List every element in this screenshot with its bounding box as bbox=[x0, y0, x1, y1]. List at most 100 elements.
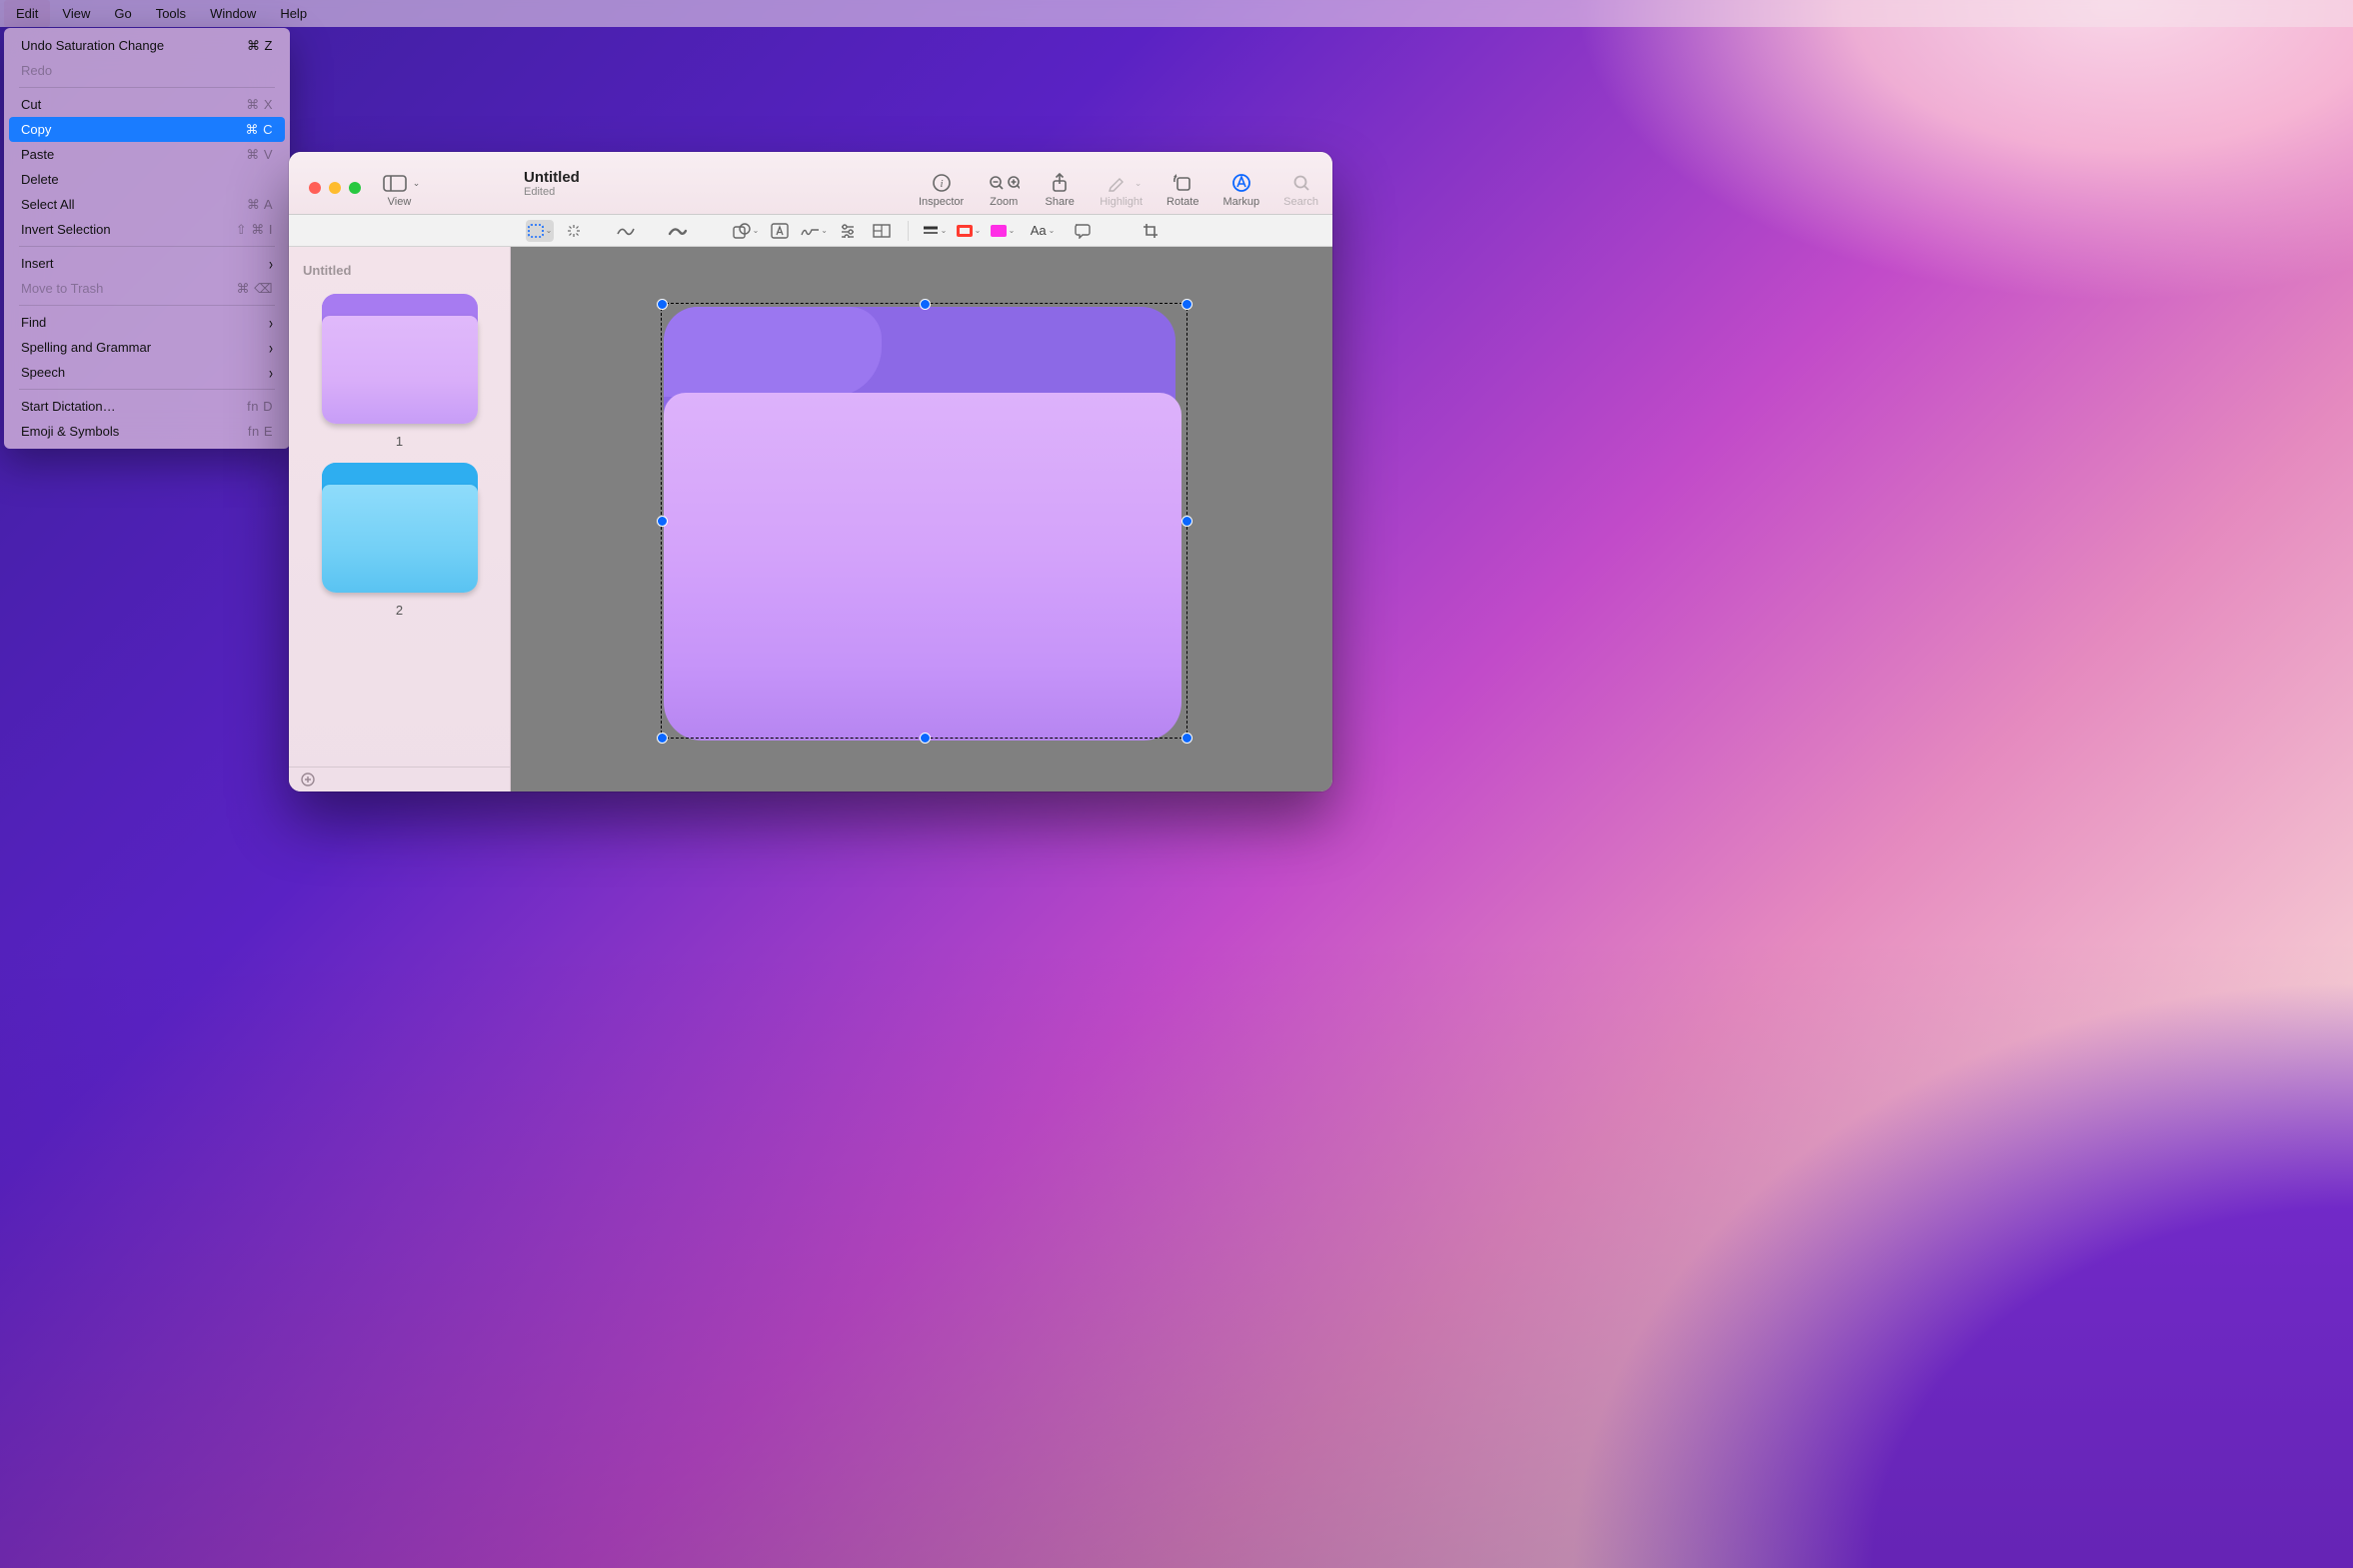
preview-window: ⌄ View Untitled Edited i Inspector Zoom … bbox=[289, 152, 1332, 791]
highlight-icon bbox=[1101, 172, 1133, 194]
menu-shortcut: ⌘ A bbox=[247, 197, 273, 213]
menubar-edit[interactable]: Edit bbox=[4, 0, 50, 27]
minimize-button[interactable] bbox=[329, 182, 341, 194]
sidebar-page-1[interactable]: 1 bbox=[289, 294, 510, 449]
menu-shortcut: fn D bbox=[247, 399, 273, 414]
text-style-tool[interactable]: Aa⌄ bbox=[1023, 220, 1063, 242]
toolbar-view-button[interactable]: ⌄ View bbox=[379, 172, 421, 208]
selection-tool[interactable]: ⌄ bbox=[526, 220, 554, 242]
menu-item-copy[interactable]: Copy⌘ C bbox=[9, 117, 285, 142]
share-icon bbox=[1044, 172, 1076, 194]
system-menubar: Edit View Go Tools Window Help bbox=[0, 0, 2353, 27]
draw-tool[interactable] bbox=[664, 220, 692, 242]
menu-item-undo-saturation-change[interactable]: Undo Saturation Change⌘ Z bbox=[9, 33, 285, 58]
menu-item-speech[interactable]: Speech› bbox=[9, 360, 285, 385]
toolbar-rotate-button[interactable]: Rotate bbox=[1167, 172, 1198, 208]
shape-style-tool[interactable]: ⌄ bbox=[921, 220, 949, 242]
menu-item-label: Move to Trash bbox=[21, 281, 237, 296]
folder-image[interactable] bbox=[664, 307, 1181, 741]
svg-text:i: i bbox=[940, 178, 943, 190]
sketch-tool[interactable] bbox=[612, 220, 640, 242]
menu-shortcut: ⇧ ⌘ I bbox=[236, 222, 273, 238]
page-number: 1 bbox=[396, 434, 403, 449]
sign-tool[interactable]: ⌄ bbox=[800, 220, 828, 242]
chevron-down-icon: ⌄ bbox=[941, 226, 948, 235]
window-traffic-lights bbox=[309, 182, 361, 194]
menu-separator bbox=[19, 389, 275, 390]
chevron-down-icon: ⌄ bbox=[975, 226, 982, 235]
chevron-down-icon: ⌄ bbox=[1049, 226, 1056, 235]
sidebar-view-icon bbox=[379, 172, 411, 194]
rotate-icon bbox=[1167, 172, 1198, 194]
crop-tool[interactable] bbox=[1137, 220, 1165, 242]
search-icon bbox=[1285, 172, 1317, 194]
document-title[interactable]: Untitled bbox=[524, 169, 919, 186]
menu-item-label: Cut bbox=[21, 97, 246, 112]
menu-item-select-all[interactable]: Select All⌘ A bbox=[9, 192, 285, 217]
adjust-size-tool[interactable] bbox=[868, 220, 896, 242]
menu-item-label: Invert Selection bbox=[21, 222, 236, 237]
toolbar-highlight-button[interactable]: ⌄ Highlight bbox=[1100, 172, 1143, 208]
menu-item-insert[interactable]: Insert› bbox=[9, 251, 285, 276]
submenu-arrow-icon: › bbox=[269, 254, 273, 274]
menu-item-label: Undo Saturation Change bbox=[21, 38, 247, 53]
menu-item-spelling-and-grammar[interactable]: Spelling and Grammar› bbox=[9, 335, 285, 360]
menu-separator bbox=[19, 305, 275, 306]
submenu-arrow-icon: › bbox=[269, 313, 273, 333]
toolbar-zoom-button[interactable]: Zoom bbox=[988, 172, 1020, 208]
toolbar-inspector-button[interactable]: i Inspector bbox=[919, 172, 964, 208]
sidebar-page-2[interactable]: 2 bbox=[289, 463, 510, 618]
text-tool[interactable] bbox=[766, 220, 794, 242]
chevron-down-icon: ⌄ bbox=[413, 178, 421, 189]
menu-item-label: Insert bbox=[21, 256, 269, 271]
window-toolbar: ⌄ View Untitled Edited i Inspector Zoom … bbox=[289, 152, 1332, 215]
submenu-arrow-icon: › bbox=[269, 363, 273, 383]
menubar-tools[interactable]: Tools bbox=[144, 0, 198, 27]
fill-color-tool[interactable]: ⌄ bbox=[989, 220, 1017, 242]
menubar-window[interactable]: Window bbox=[198, 0, 268, 27]
border-color-tool[interactable]: ⌄ bbox=[955, 220, 983, 242]
menu-item-find[interactable]: Find› bbox=[9, 310, 285, 335]
menubar-help[interactable]: Help bbox=[268, 0, 319, 27]
menu-separator bbox=[19, 246, 275, 247]
menu-item-start-dictation[interactable]: Start Dictation…fn D bbox=[9, 394, 285, 419]
menu-item-emoji-symbols[interactable]: Emoji & Symbolsfn E bbox=[9, 419, 285, 444]
toolbar-view-label: View bbox=[388, 196, 412, 208]
annotate-tool[interactable] bbox=[1069, 220, 1097, 242]
menu-item-label: Speech bbox=[21, 365, 269, 380]
menubar-go[interactable]: Go bbox=[102, 0, 143, 27]
menu-item-move-to-trash: Move to Trash⌘ ⌫ bbox=[9, 276, 285, 301]
adjust-color-tool[interactable] bbox=[834, 220, 862, 242]
chevron-down-icon: ⌄ bbox=[821, 226, 828, 235]
instant-alpha-tool[interactable] bbox=[560, 220, 588, 242]
markup-icon bbox=[1225, 172, 1257, 194]
menu-item-cut[interactable]: Cut⌘ X bbox=[9, 92, 285, 117]
menu-item-label: Start Dictation… bbox=[21, 399, 247, 414]
resize-handle-e[interactable] bbox=[1181, 516, 1192, 527]
resize-handle-se[interactable] bbox=[1181, 733, 1192, 744]
resize-handle-ne[interactable] bbox=[1181, 299, 1192, 310]
menu-item-paste[interactable]: Paste⌘ V bbox=[9, 142, 285, 167]
menu-shortcut: ⌘ C bbox=[246, 122, 274, 138]
canvas-area[interactable] bbox=[511, 247, 1332, 791]
toolbar-share-button[interactable]: Share bbox=[1044, 172, 1076, 208]
zoom-button[interactable] bbox=[349, 182, 361, 194]
submenu-arrow-icon: › bbox=[269, 338, 273, 358]
menubar-view[interactable]: View bbox=[50, 0, 102, 27]
document-status: Edited bbox=[524, 186, 919, 198]
toolbar-search-button[interactable]: Search bbox=[1283, 172, 1318, 208]
shapes-tool[interactable]: ⌄ bbox=[732, 220, 760, 242]
close-button[interactable] bbox=[309, 182, 321, 194]
menu-item-redo: Redo bbox=[9, 58, 285, 83]
thumbnail-sidebar: Untitled 1 2 bbox=[289, 247, 511, 791]
chevron-down-icon: ⌄ bbox=[546, 226, 553, 235]
chevron-down-icon: ⌄ bbox=[1009, 226, 1016, 235]
add-page-icon[interactable] bbox=[301, 773, 315, 789]
menu-item-invert-selection[interactable]: Invert Selection⇧ ⌘ I bbox=[9, 217, 285, 242]
menu-shortcut: ⌘ Z bbox=[247, 38, 273, 54]
menu-item-delete[interactable]: Delete bbox=[9, 167, 285, 192]
menu-item-label: Redo bbox=[21, 63, 273, 78]
menu-item-label: Paste bbox=[21, 147, 246, 162]
menu-shortcut: ⌘ X bbox=[246, 97, 273, 113]
toolbar-markup-button[interactable]: Markup bbox=[1222, 172, 1259, 208]
